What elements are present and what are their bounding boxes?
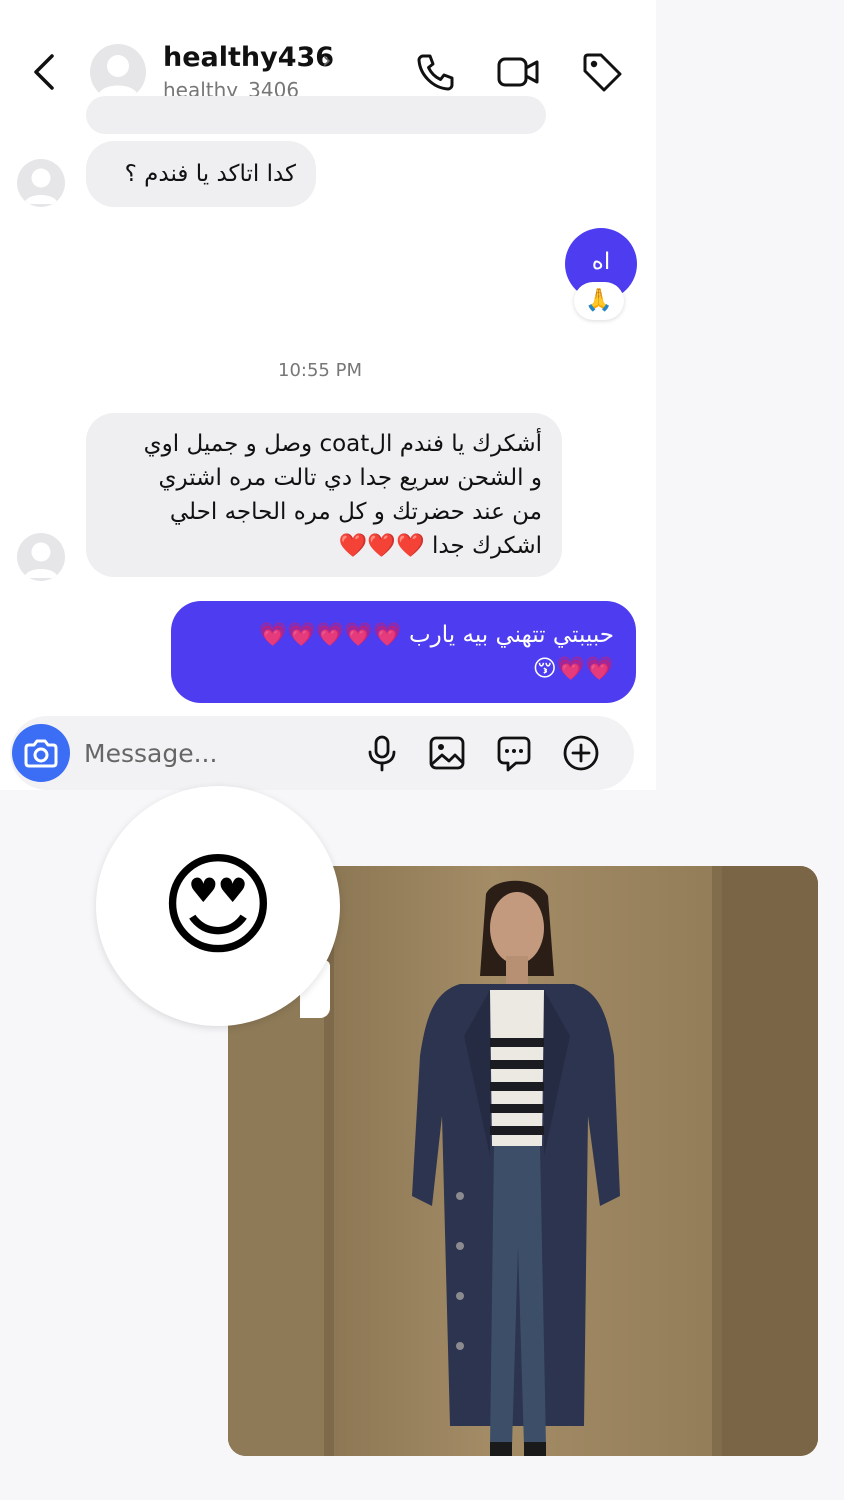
default-avatar-icon xyxy=(98,55,138,96)
camera-icon xyxy=(24,739,58,768)
microphone-icon[interactable] xyxy=(363,734,401,772)
tag-icon[interactable] xyxy=(580,50,624,94)
partial-message-bubble xyxy=(86,96,546,134)
message-bubble-outgoing[interactable]: حبيبتي تتهني بيه يارب 💗💗💗💗💗 💗💗😚 xyxy=(171,601,636,703)
message-bubble-incoming[interactable]: كدا اتاكد يا فندم ؟ xyxy=(86,141,316,207)
phone-icon[interactable] xyxy=(414,50,458,94)
reaction-emoji-bubble[interactable]: 😍 xyxy=(96,786,340,1026)
message-reaction[interactable]: 🙏 xyxy=(574,282,624,320)
message-line: اشكرك جدا ❤️❤️❤️ xyxy=(338,533,542,559)
message-line: و الشحن سريع جدا دي تالت مره اشتري xyxy=(158,465,542,491)
chat-screen: healthy436 › healthy_3406 كدا اتاكد يا ف… xyxy=(0,0,656,790)
video-camera-icon[interactable] xyxy=(496,50,540,94)
camera-button[interactable] xyxy=(12,724,70,782)
avatar[interactable] xyxy=(90,44,146,100)
message-line: أشكرك يا فندم الcoat وصل و جميل اوي xyxy=(143,431,542,457)
default-avatar-icon xyxy=(24,542,58,578)
message-bubble-incoming[interactable]: أشكرك يا فندم الcoat وصل و جميل اوي و ال… xyxy=(86,413,562,577)
image-icon[interactable] xyxy=(428,734,466,772)
chevron-right-icon[interactable]: › xyxy=(322,46,332,74)
contact-name[interactable]: healthy436 xyxy=(163,42,334,73)
avatar[interactable] xyxy=(17,533,65,581)
message-line: من عند حضرتك و كل مره الحاجه احلي xyxy=(169,499,542,525)
message-input[interactable] xyxy=(84,730,344,776)
avatar[interactable] xyxy=(17,159,65,207)
timestamp: 10:55 PM xyxy=(278,360,362,381)
message-line: حبيبتي تتهني بيه يارب 💗💗💗💗💗 xyxy=(258,622,614,648)
message-line: 💗💗😚 xyxy=(532,656,614,682)
plus-icon[interactable] xyxy=(562,734,600,772)
chat-bubble-icon[interactable] xyxy=(495,734,533,772)
default-avatar-icon xyxy=(24,168,58,204)
back-arrow-icon[interactable] xyxy=(28,50,64,94)
